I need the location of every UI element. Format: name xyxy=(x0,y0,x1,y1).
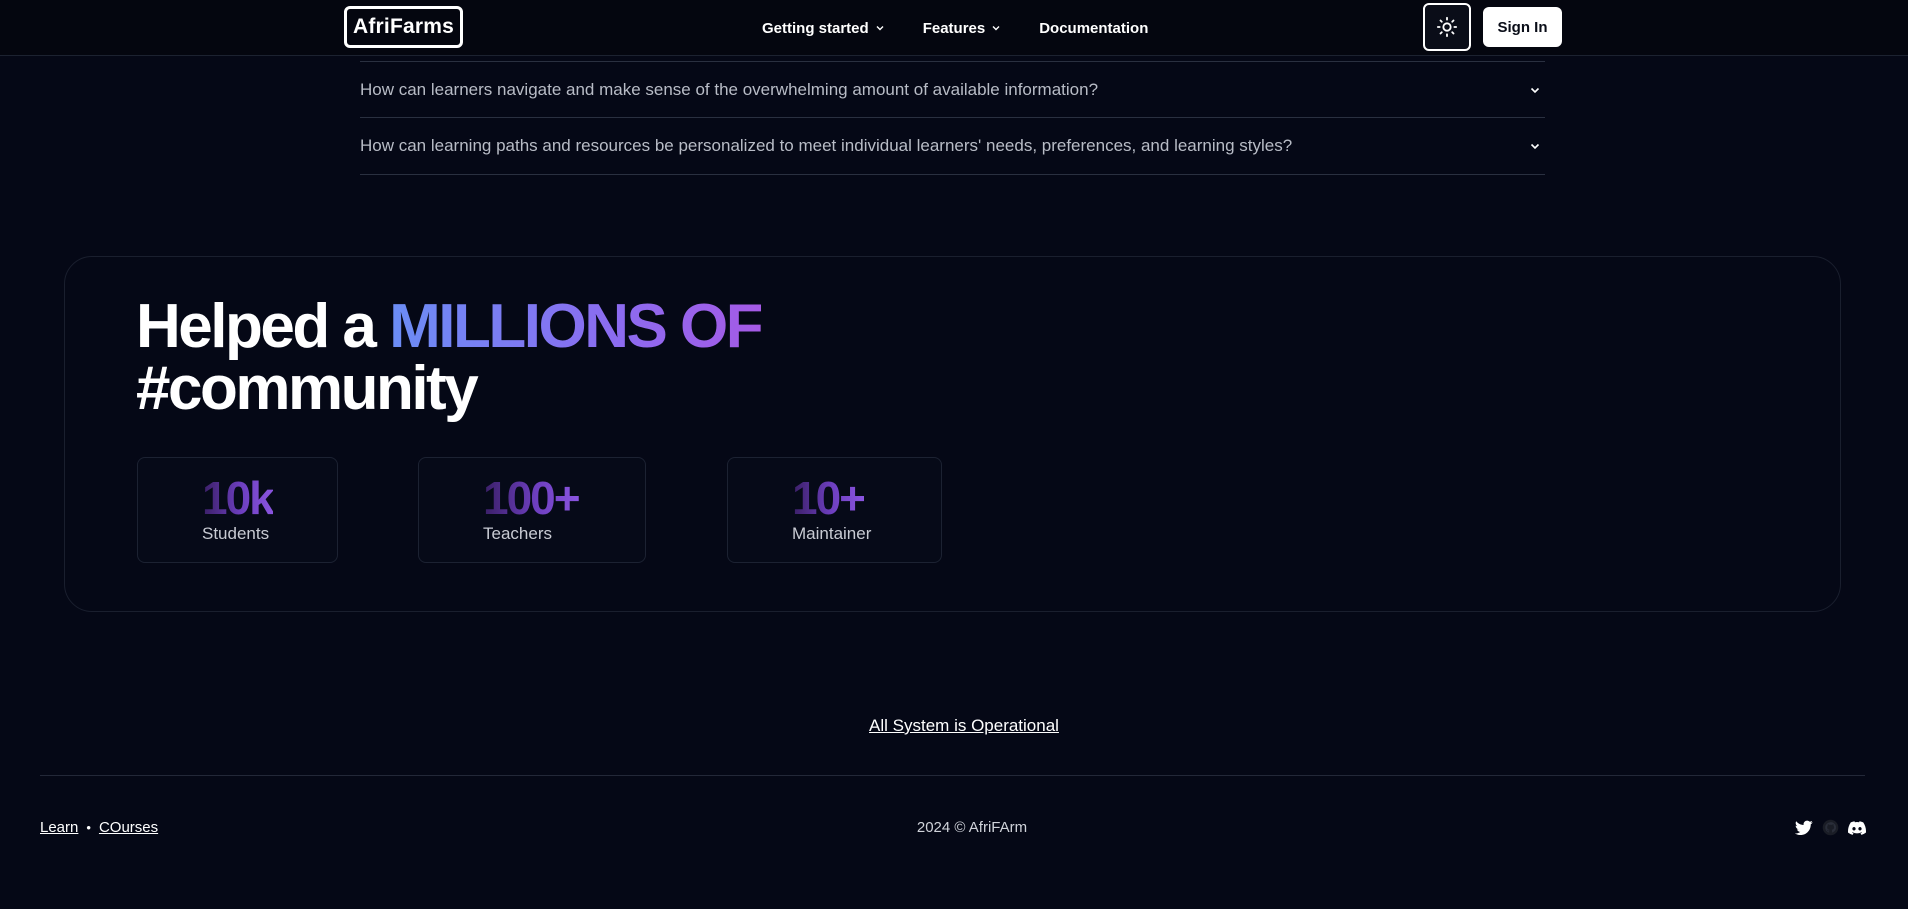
community-headline: Helped a MILLIONS OF #community xyxy=(136,296,764,423)
main-nav: Getting started Features Documentation xyxy=(762,0,1186,56)
nav-documentation-label: Documentation xyxy=(1039,19,1149,37)
stat-card-students: 10k Students xyxy=(137,457,338,563)
stat-card-teachers: 100+ Teachers xyxy=(418,457,646,563)
github-icon[interactable] xyxy=(1822,819,1839,836)
faq-list: How can learners navigate and make sense… xyxy=(360,61,1545,175)
stat-card-maintainer: 10+ Maintainer xyxy=(727,457,942,563)
headline-suffix: #community xyxy=(136,354,479,423)
stat-label: Maintainer xyxy=(792,524,872,543)
nav-documentation[interactable]: Documentation xyxy=(1039,20,1148,37)
chevron-down-icon xyxy=(1529,84,1541,96)
faq-item[interactable]: How can learning paths and resources be … xyxy=(360,118,1545,175)
footer-divider xyxy=(40,775,1865,776)
chevron-down-icon xyxy=(875,23,885,33)
nav-features-label: Features xyxy=(922,19,986,37)
faq-item[interactable]: How can learners navigate and make sense… xyxy=(360,61,1545,118)
chevron-down-icon xyxy=(991,23,1001,33)
faq-question: How can learning paths and resources be … xyxy=(360,136,1293,155)
chevron-down-icon xyxy=(1529,140,1541,152)
copyright: 2024 © AfriFArm xyxy=(916,819,1028,836)
faq-question: How can learners navigate and make sense… xyxy=(360,79,1099,99)
nav-getting-started[interactable]: Getting started xyxy=(762,20,885,37)
sun-icon xyxy=(1436,16,1458,38)
twitter-icon[interactable] xyxy=(1795,820,1813,836)
stat-value: 100+ xyxy=(483,472,581,524)
sign-in-button[interactable]: Sign In xyxy=(1483,7,1562,47)
theme-toggle-button[interactable] xyxy=(1423,3,1471,51)
stat-value: 10+ xyxy=(792,472,866,524)
headline-prefix: Helped a xyxy=(136,292,390,361)
nav-features[interactable]: Features xyxy=(923,20,1002,37)
social-links xyxy=(1786,819,1866,836)
stat-label: Students xyxy=(202,524,270,543)
top-navbar: AfriFarms Getting started Features Docum… xyxy=(0,0,1908,56)
stat-label: Teachers xyxy=(483,524,552,543)
stat-value: 10k xyxy=(202,472,275,524)
discord-icon[interactable] xyxy=(1848,820,1866,835)
nav-getting-started-label: Getting started xyxy=(762,19,869,37)
system-status-link[interactable]: All System is Operational xyxy=(0,716,1908,736)
logo[interactable]: AfriFarms xyxy=(344,6,463,48)
headline-highlight: MILLIONS OF xyxy=(389,292,764,361)
